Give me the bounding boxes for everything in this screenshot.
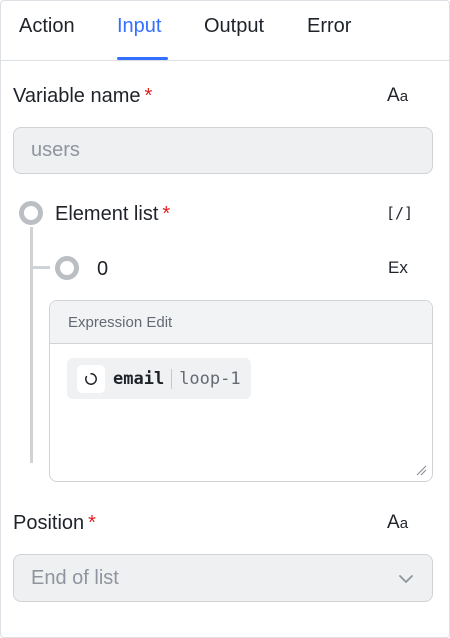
- list-item-index: 0: [97, 258, 109, 280]
- expression-type-icon[interactable]: Ex: [388, 258, 408, 278]
- tree-connector-vertical: [30, 227, 33, 463]
- element-list-label-text: Element list: [55, 203, 159, 225]
- properties-panel: Action Input Output Error Variable name *…: [0, 0, 450, 638]
- position-label: Position *: [13, 512, 96, 535]
- chevron-down-icon: [399, 575, 413, 583]
- position-select[interactable]: End of list: [13, 554, 433, 602]
- element-list-node-icon[interactable]: [19, 201, 43, 225]
- active-tab-indicator: [117, 57, 168, 60]
- expression-editor-header: Expression Edit: [50, 301, 432, 344]
- variable-name-input[interactable]: users: [13, 127, 433, 174]
- chip-source-name: loop-1: [179, 368, 241, 389]
- tree-connector-horizontal: [30, 266, 50, 269]
- variable-name-label: Variable name *: [13, 85, 152, 108]
- position-label-text: Position: [13, 512, 85, 534]
- chip-variable-name: email: [113, 368, 165, 389]
- text-type-icon-main: A: [387, 85, 400, 106]
- text-type-icon-sub: a: [399, 515, 409, 532]
- text-type-icon[interactable]: Aa: [387, 512, 408, 534]
- variable-name-value: users: [31, 139, 80, 161]
- tab-error[interactable]: Error: [307, 15, 351, 38]
- expression-editor[interactable]: Expression Edit email loop-1: [49, 300, 433, 482]
- chip-divider: [171, 368, 173, 389]
- required-mark: *: [88, 512, 96, 534]
- variable-name-label-text: Variable name: [13, 85, 141, 107]
- required-mark: *: [144, 85, 153, 107]
- tab-input[interactable]: Input: [117, 15, 161, 38]
- list-type-icon[interactable]: [/]: [386, 204, 413, 222]
- required-mark: *: [162, 203, 171, 225]
- tab-output[interactable]: Output: [204, 15, 264, 38]
- text-type-icon[interactable]: Aa: [387, 85, 408, 107]
- variable-chip[interactable]: email loop-1: [67, 358, 251, 399]
- text-type-icon-main: A: [387, 512, 400, 533]
- resize-handle-icon[interactable]: [415, 464, 427, 476]
- tab-action[interactable]: Action: [19, 15, 75, 38]
- position-value: End of list: [31, 566, 119, 589]
- text-type-icon-sub: a: [399, 88, 409, 105]
- loop-icon: [77, 364, 105, 393]
- tab-bar: Action Input Output Error: [1, 1, 449, 61]
- element-list-label: Element list *: [55, 203, 170, 226]
- list-item-node-icon[interactable]: [55, 256, 79, 280]
